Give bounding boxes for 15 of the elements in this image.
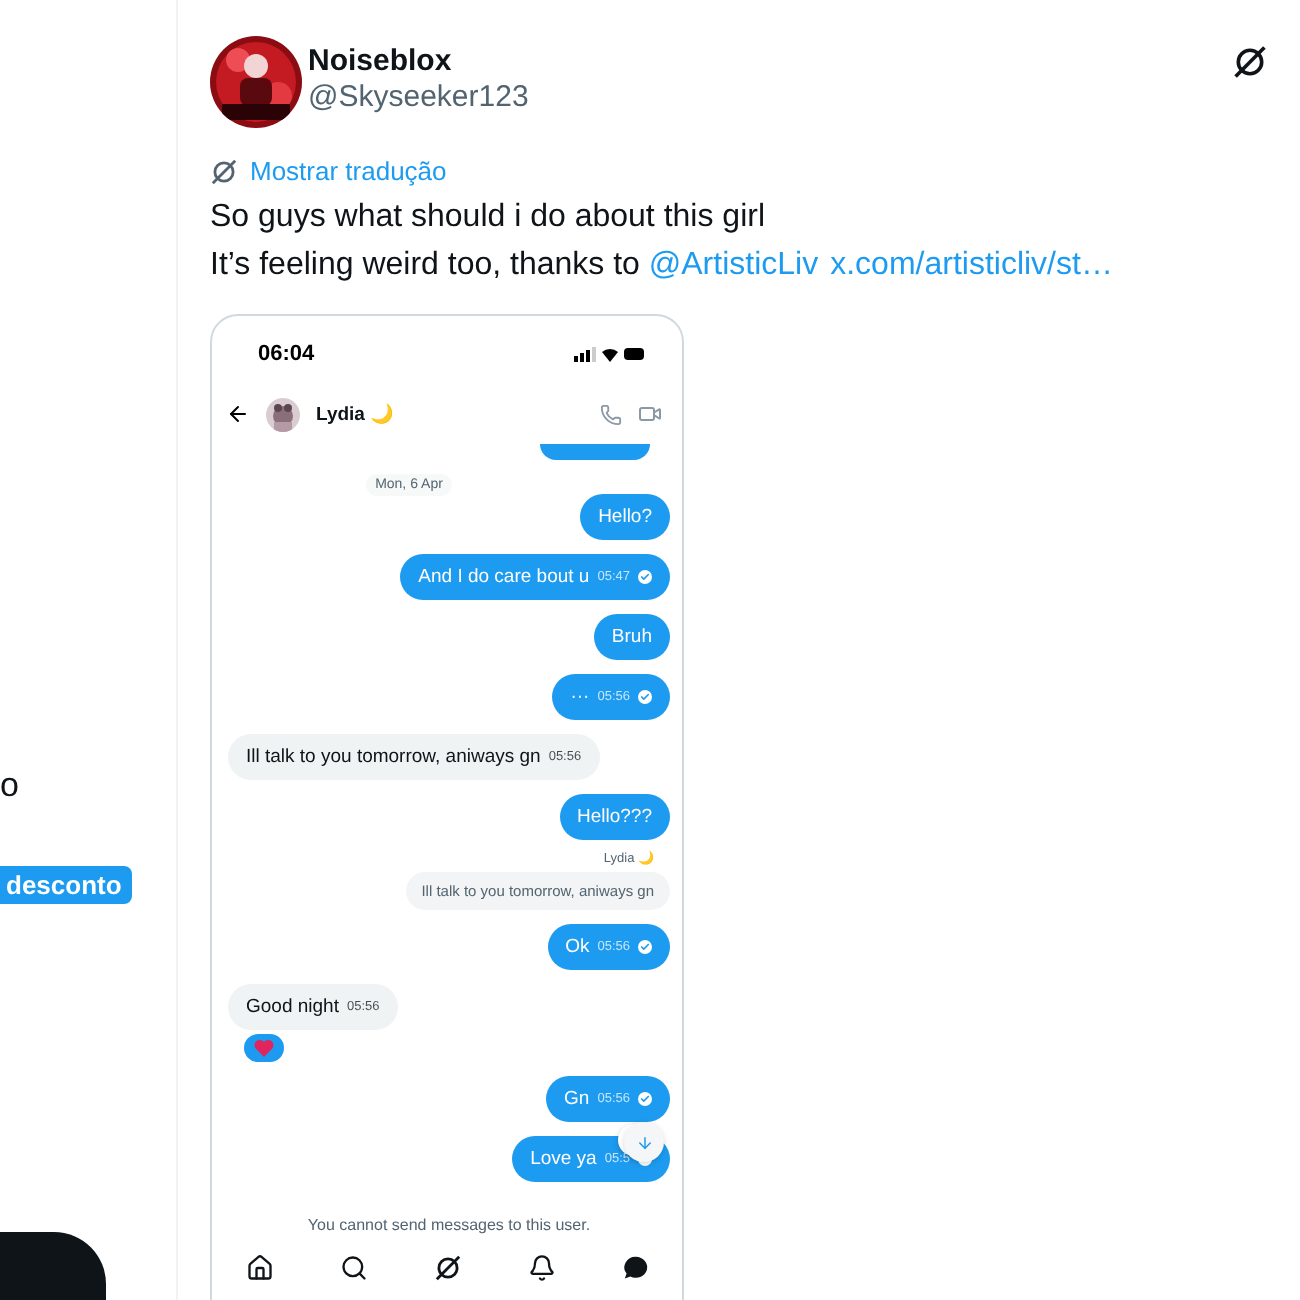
status-time: 06:04 [258,342,315,366]
message-bubble: Hello? [580,494,670,540]
sidebar-text: o [0,766,21,806]
contact-name: Lydia 🌙 [316,402,397,426]
message-bubble: Hello??? [559,794,670,840]
post-text: It’s feeling weird too, thanks to @ArtisticLiv x.com/artisticliv/st… [210,246,1115,286]
blocked-notice: You cannot send messages to this user. [307,1216,591,1234]
post-text: So guys what should i do about this girl [210,198,767,238]
mention-link[interactable]: @ArtisticLiv [648,248,819,282]
url-link[interactable]: x.com/artisticliv/st… [830,248,1113,282]
author-handle[interactable]: @Skyseeker123 [308,80,1226,114]
author-name[interactable]: Noiseblox [308,44,1226,78]
translate-link[interactable]: Mostrar tradução [250,156,447,186]
message-bubble: Bruh [593,614,670,660]
discount-label: desconto [0,866,132,904]
